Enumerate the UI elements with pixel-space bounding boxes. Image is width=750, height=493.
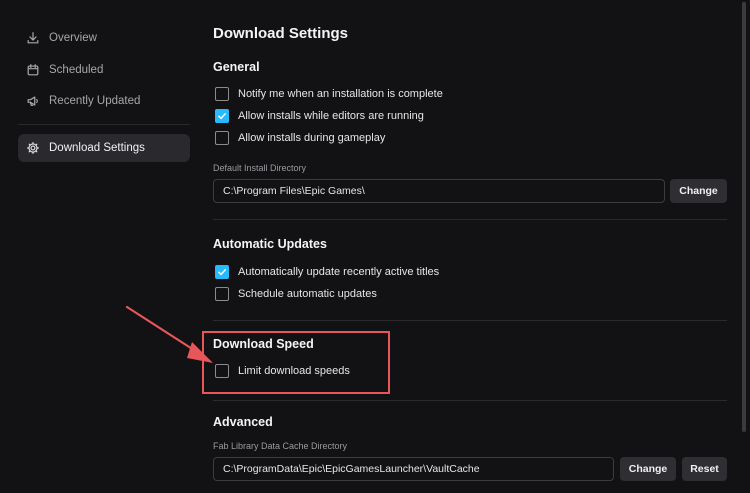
sidebar-item-download-settings[interactable]: Download Settings (18, 134, 190, 162)
checkmark-icon (218, 269, 226, 276)
sidebar-item-label: Overview (49, 32, 97, 44)
option-label: Automatically update recently active tit… (238, 266, 440, 278)
sidebar-divider (18, 124, 190, 125)
option-schedule-auto-updates[interactable]: Schedule automatic updates (215, 286, 377, 302)
option-label: Allow installs while editors are running (238, 110, 424, 122)
checkbox-checked[interactable] (215, 265, 229, 279)
option-allow-installs-gameplay[interactable]: Allow installs during gameplay (215, 130, 385, 146)
change-cache-directory-button[interactable]: Change (620, 457, 676, 481)
option-label: Limit download speeds (238, 365, 350, 377)
page-title: Download Settings (213, 25, 348, 42)
checkbox-unchecked[interactable] (215, 364, 229, 378)
change-install-directory-button[interactable]: Change (670, 179, 727, 203)
sidebar: Overview Scheduled Recently Updated Down… (0, 0, 200, 493)
section-title-download-speed: Download Speed (213, 337, 314, 351)
section-title-general: General (213, 60, 260, 74)
checkmark-icon (218, 113, 226, 120)
option-label: Schedule automatic updates (238, 288, 377, 300)
download-icon (25, 30, 41, 46)
sidebar-item-label: Recently Updated (49, 95, 141, 107)
settings-panel: Download Settings General Notify me when… (213, 0, 727, 493)
install-directory-field[interactable]: C:\Program Files\Epic Games\ (213, 179, 665, 203)
install-directory-label: Default Install Directory (213, 163, 307, 173)
sidebar-item-recently-updated[interactable]: Recently Updated (18, 87, 190, 115)
section-title-advanced: Advanced (213, 415, 273, 429)
option-label: Notify me when an installation is comple… (238, 88, 443, 100)
option-auto-update-active-titles[interactable]: Automatically update recently active tit… (215, 264, 439, 280)
sidebar-item-label: Download Settings (49, 142, 145, 154)
section-divider (213, 400, 727, 401)
checkbox-unchecked[interactable] (215, 287, 229, 301)
section-divider (213, 320, 727, 321)
checkbox-unchecked[interactable] (215, 131, 229, 145)
cache-directory-label: Fab Library Data Cache Directory (213, 441, 348, 451)
reset-cache-directory-button[interactable]: Reset (682, 457, 727, 481)
option-label: Allow installs during gameplay (238, 132, 386, 144)
option-notify-install-complete[interactable]: Notify me when an installation is comple… (215, 86, 443, 102)
section-title-automatic-updates: Automatic Updates (213, 237, 327, 251)
calendar-icon (25, 62, 41, 78)
megaphone-icon (25, 93, 41, 109)
scrollbar[interactable] (740, 0, 748, 493)
checkbox-checked[interactable] (215, 109, 229, 123)
section-divider (213, 219, 727, 220)
scrollbar-thumb[interactable] (742, 2, 746, 432)
option-allow-installs-editors[interactable]: Allow installs while editors are running (215, 108, 424, 124)
cache-directory-field[interactable]: C:\ProgramData\Epic\EpicGamesLauncher\Va… (213, 457, 614, 481)
option-limit-download-speeds[interactable]: Limit download speeds (215, 363, 350, 379)
checkbox-unchecked[interactable] (215, 87, 229, 101)
epic-launcher-downloads-window: Overview Scheduled Recently Updated Down… (0, 0, 750, 493)
sidebar-item-overview[interactable]: Overview (18, 24, 190, 52)
sidebar-item-label: Scheduled (49, 64, 104, 76)
gear-icon (25, 140, 41, 156)
sidebar-item-scheduled[interactable]: Scheduled (18, 56, 190, 84)
